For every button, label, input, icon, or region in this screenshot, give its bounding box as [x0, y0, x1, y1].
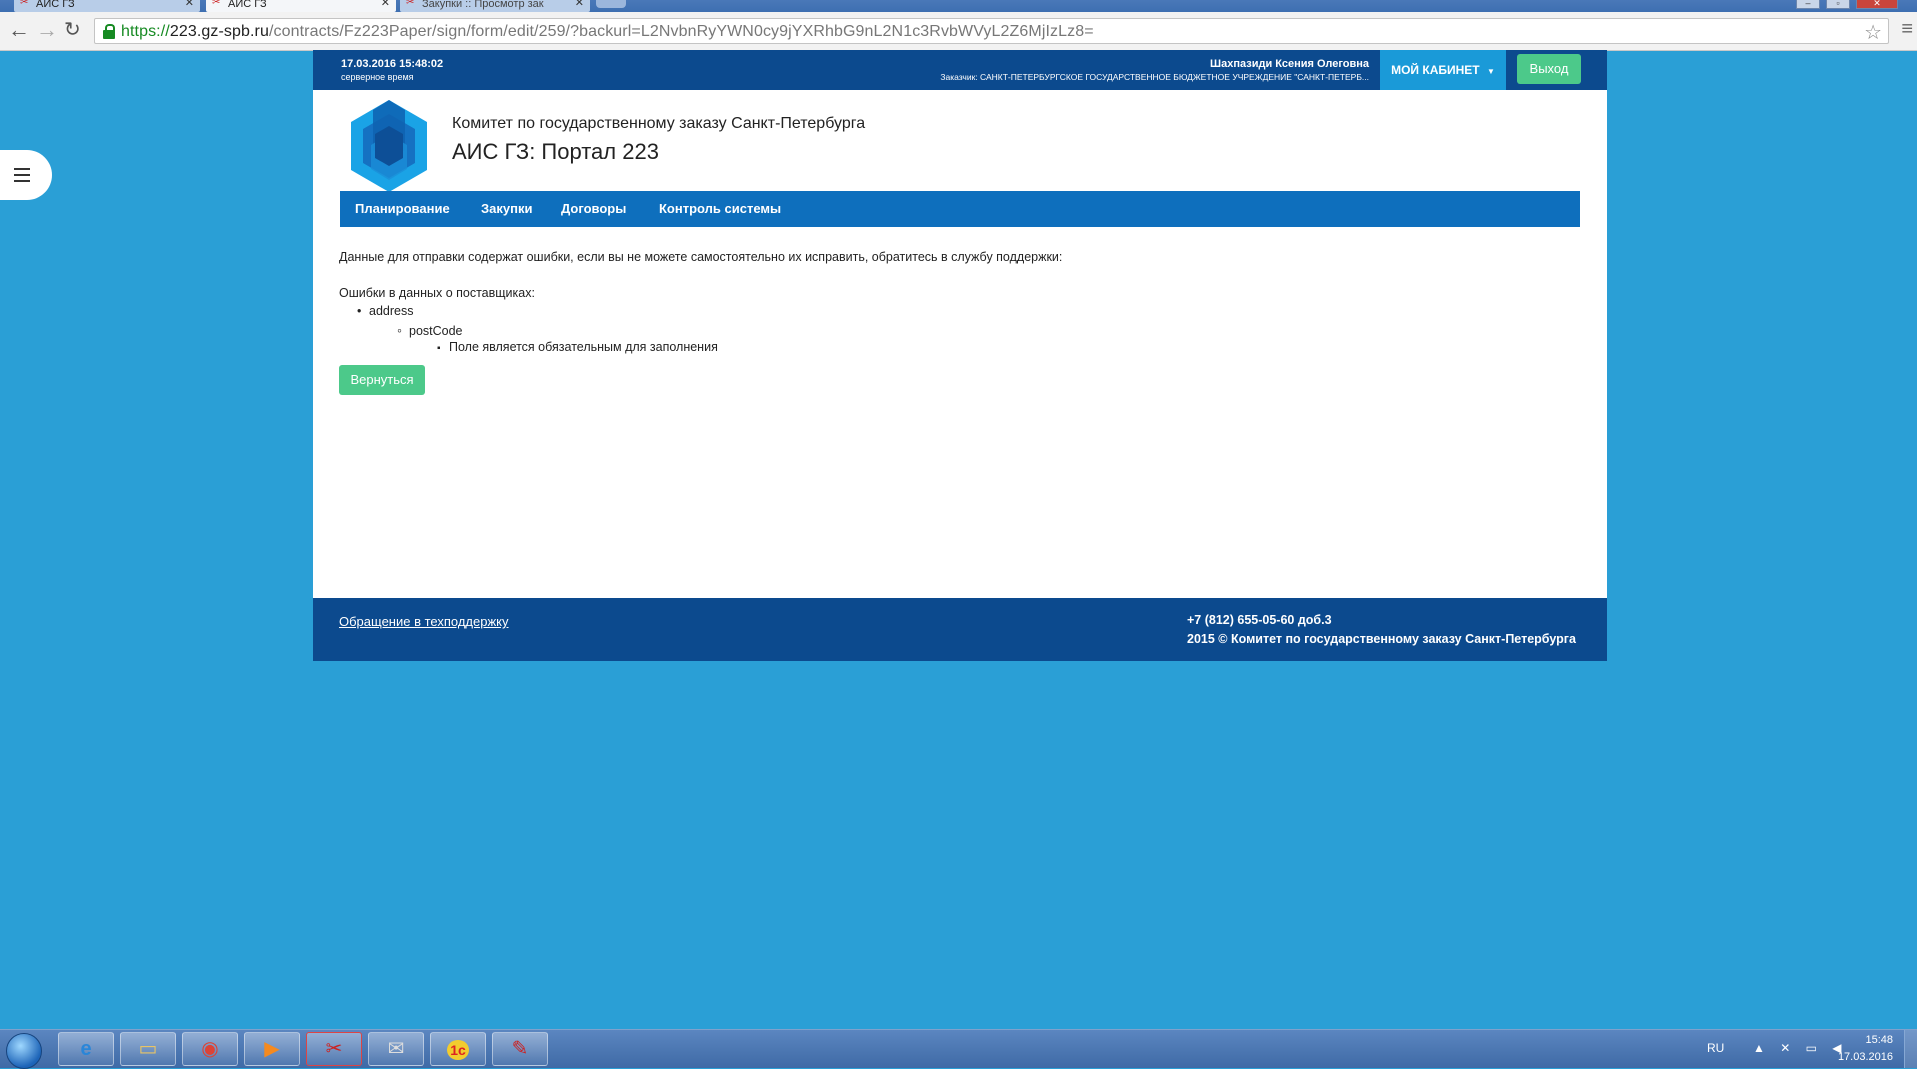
support-phone: +7 (812) 655-05-60 доб.3: [1187, 613, 1332, 627]
bookmark-star-icon[interactable]: ☆: [1864, 20, 1882, 45]
user-name: Шахпазиди Ксения Олеговна: [1210, 58, 1369, 70]
site-favicon-icon: ✂: [20, 0, 29, 8]
my-cabinet-label: МОЙ КАБИНЕТ: [1391, 63, 1480, 77]
browser-tab-label: Закупки :: Просмотр зак: [422, 0, 544, 10]
square-bullet-icon: [437, 340, 449, 354]
nav-item-system-control[interactable]: Контроль системы: [659, 191, 781, 227]
browser-tab-active[interactable]: ✂ АИС ГЗ ✕: [206, 0, 396, 12]
sidebar-toggle-button[interactable]: [0, 150, 52, 200]
caret-down-icon: ▼: [1486, 67, 1495, 76]
close-tab-icon[interactable]: ✕: [185, 0, 194, 9]
site-favicon-icon: ✂: [406, 0, 415, 8]
error-list-item: Поле является обязательным для заполнени…: [437, 340, 718, 354]
browser-menu-icon[interactable]: ≡: [1901, 18, 1913, 41]
nav-item-purchases[interactable]: Закупки: [481, 191, 532, 227]
copyright: 2015 © Комитет по государственному заказ…: [1187, 632, 1576, 646]
forward-arrow-icon[interactable]: →: [36, 18, 58, 42]
portal-title: АИС ГЗ: Портал 223: [452, 139, 659, 164]
logout-button[interactable]: Выход: [1517, 54, 1581, 84]
browser-tab-label: АИС ГЗ: [228, 0, 267, 10]
back-button[interactable]: Вернуться: [339, 365, 425, 395]
back-arrow-icon[interactable]: ←: [8, 18, 30, 42]
footer: Обращение в техподдержку +7 (812) 655-05…: [313, 598, 1607, 661]
server-datetime: 17.03.2016 15:48:02: [341, 58, 444, 70]
clock-date[interactable]: 17.03.2016: [1838, 1051, 1893, 1063]
support-link[interactable]: Обращение в техподдержку: [339, 614, 509, 629]
snipping-tool-icon[interactable]: ✂: [306, 1032, 362, 1066]
circle-bullet-icon: [397, 322, 409, 338]
browser-tab-label: АИС ГЗ: [36, 0, 75, 10]
errors-heading: Ошибки в данных о поставщиках:: [339, 286, 535, 300]
close-window-button[interactable]: ✕: [1856, 0, 1898, 9]
customer-name: Заказчик: САНКТ-ПЕТЕРБУРГСКОЕ ГОСУДАРСТВ…: [940, 72, 1369, 82]
acrobat-icon[interactable]: ✎: [492, 1032, 548, 1066]
close-tab-icon[interactable]: ✕: [575, 0, 584, 9]
my-cabinet-dropdown[interactable]: МОЙ КАБИНЕТ ▼: [1380, 50, 1506, 90]
minimize-window-button[interactable]: –: [1796, 0, 1820, 9]
address-bar[interactable]: https://223.gz-spb.ru/contracts/Fz223Pap…: [94, 18, 1889, 44]
error-message: Данные для отправки содержат ошибки, есл…: [339, 250, 1063, 264]
close-tab-icon[interactable]: ✕: [381, 0, 390, 9]
clock-time[interactable]: 15:48: [1865, 1034, 1893, 1046]
nav-item-contracts[interactable]: Договоры: [561, 191, 626, 227]
error-list-item: postCode: [397, 322, 463, 338]
main-nav: Планирование Закупки Договоры Контроль с…: [340, 191, 1580, 227]
top-bar: 17.03.2016 15:48:02 серверное время Шахп…: [313, 50, 1607, 90]
new-tab-button[interactable]: [596, 0, 626, 8]
main-content: Комитет по государственному заказу Санкт…: [313, 90, 1607, 598]
tray-icons[interactable]: ▲ ✕ ▭ ◀: [1753, 1041, 1848, 1055]
lock-icon: [103, 24, 115, 39]
server-datetime-label: серверное время: [341, 72, 414, 82]
internet-explorer-icon[interactable]: e: [58, 1032, 114, 1066]
portal-logo-icon: [351, 100, 427, 192]
start-button[interactable]: [6, 1033, 42, 1069]
maximize-window-button[interactable]: ▫: [1826, 0, 1850, 9]
hamburger-icon: [14, 168, 30, 186]
disc-bullet-icon: [357, 304, 369, 318]
error-field: address: [369, 304, 414, 318]
input-language[interactable]: RU: [1707, 1041, 1724, 1055]
url-text[interactable]: https://223.gz-spb.ru/contracts/Fz223Pap…: [121, 23, 1094, 41]
site-favicon-icon: ✂: [212, 0, 221, 8]
browser-tabstrip: ✂ АИС ГЗ ✕ ✂ АИС ГЗ ✕ ✂ Закупки :: Просм…: [0, 0, 1917, 12]
media-player-icon[interactable]: ▶: [244, 1032, 300, 1066]
file-explorer-icon[interactable]: ▭: [120, 1032, 176, 1066]
browser-tab[interactable]: ✂ АИС ГЗ ✕: [14, 0, 200, 12]
browser-tab[interactable]: ✂ Закупки :: Просмотр зак ✕: [400, 0, 590, 12]
error-text: Поле является обязательным для заполнени…: [449, 340, 718, 354]
nav-item-planning[interactable]: Планирование: [355, 191, 450, 227]
browser-toolbar: ← → ↻ https://223.gz-spb.ru/contracts/Fz…: [0, 12, 1917, 51]
1c-enterprise-icon[interactable]: 1c: [430, 1032, 486, 1066]
organization-name: Комитет по государственному заказу Санкт…: [452, 115, 866, 132]
error-subfield: postCode: [409, 324, 463, 338]
system-tray: RU ▲ ✕ ▭ ◀ 15:48 17.03.2016: [1687, 1030, 1917, 1068]
show-desktop-button[interactable]: [1904, 1030, 1917, 1068]
windows-taskbar: e ▭ ◉ ▶ ✂ ✉ 1c ✎ RU ▲ ✕ ▭ ◀ 15:48 17.03.…: [0, 1029, 1917, 1069]
reload-icon[interactable]: ↻: [64, 18, 81, 42]
error-list-item: address: [357, 304, 413, 318]
chrome-icon[interactable]: ◉: [182, 1032, 238, 1066]
network-tool-icon[interactable]: ✉: [368, 1032, 424, 1066]
portal-page: 17.03.2016 15:48:02 серверное время Шахп…: [313, 50, 1607, 661]
